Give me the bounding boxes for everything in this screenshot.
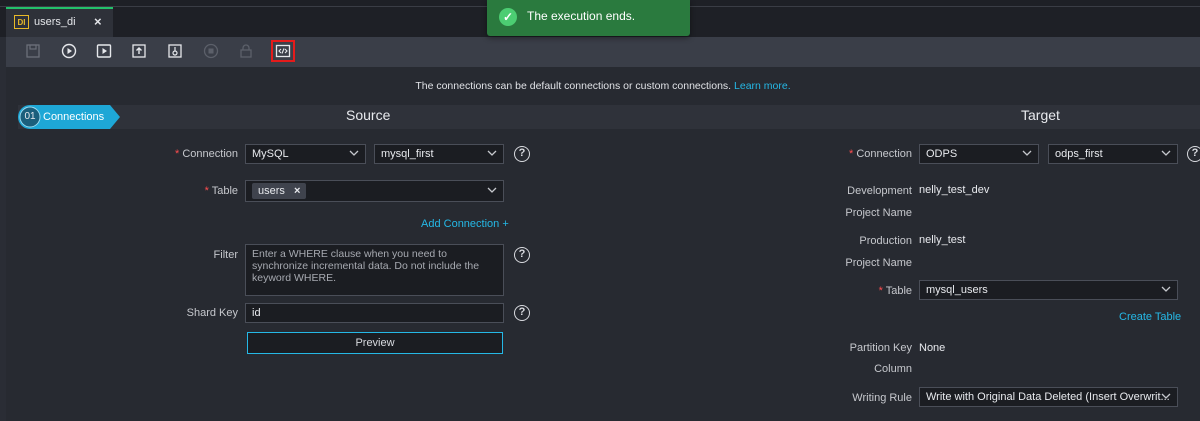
partition-label-2: Column (874, 363, 912, 375)
writing-rule-label: Writing Rule (852, 392, 912, 404)
lock-icon[interactable] (238, 43, 254, 59)
tab-users-di[interactable]: DI users_di × (6, 7, 113, 37)
source-connection-label: * Connection (175, 148, 238, 160)
help-icon[interactable]: ? (514, 146, 530, 162)
add-connection-link[interactable]: Add Connection + (421, 218, 509, 230)
dev-project-value: nelly_test_dev (919, 184, 990, 196)
source-title: Source (346, 107, 391, 123)
help-icon[interactable]: ? (1187, 146, 1200, 162)
target-table-select[interactable]: mysql_users (919, 280, 1178, 300)
filter-label: Filter (213, 249, 238, 261)
shard-key-input[interactable]: id (245, 303, 504, 323)
prod-project-label-2: Project Name (845, 257, 912, 269)
tab-close-icon[interactable]: × (94, 14, 102, 29)
chevron-down-icon (1022, 150, 1032, 156)
step-label: Connections (43, 111, 105, 123)
info-text: The connections can be default connectio… (6, 80, 1200, 92)
check-icon: ✓ (499, 8, 517, 26)
source-connection-type-select[interactable]: MySQL (245, 144, 366, 164)
publish-icon[interactable] (167, 43, 183, 59)
run-icon[interactable] (61, 43, 77, 59)
prod-project-value: nelly_test (919, 234, 966, 246)
help-icon[interactable]: ? (514, 305, 530, 321)
source-connection-name-select[interactable]: mysql_first (374, 144, 504, 164)
dev-project-label-1: Development (847, 185, 912, 197)
writing-rule-select[interactable]: Write with Original Data Deleted (Insert… (919, 387, 1178, 407)
create-table-link[interactable]: Create Table (1119, 311, 1181, 323)
filter-textarea[interactable]: Enter a WHERE clause when you need to sy… (245, 244, 504, 296)
code-editor-icon[interactable] (275, 43, 291, 59)
di-node-icon: DI (14, 15, 29, 29)
run-with-params-icon[interactable] (96, 43, 112, 59)
target-connection-name-select[interactable]: odps_first (1048, 144, 1178, 164)
main-content: The connections can be default connectio… (6, 67, 1200, 421)
learn-more-link[interactable]: Learn more. (734, 80, 791, 92)
prod-project-label-1: Production (859, 235, 912, 247)
chevron-down-icon (487, 187, 497, 193)
chevron-down-icon (349, 150, 359, 156)
table-tag-users: users × (252, 183, 307, 199)
partition-label-1: Partition Key (849, 342, 912, 354)
info-message: The connections can be default connectio… (415, 80, 732, 92)
preview-button[interactable]: Preview (247, 332, 503, 354)
chevron-down-icon (1161, 150, 1171, 156)
tab-label: users_di (34, 16, 76, 28)
toolbar (6, 37, 1200, 67)
stop-icon[interactable] (203, 43, 219, 59)
tag-remove-icon[interactable]: × (294, 185, 300, 197)
save-icon[interactable] (25, 43, 41, 59)
target-connection-type-select[interactable]: ODPS (919, 144, 1039, 164)
dev-project-label-2: Project Name (845, 207, 912, 219)
toast-notification: ✓ The execution ends. (487, 0, 690, 36)
toast-message: The execution ends. (527, 9, 636, 23)
chevron-down-icon (487, 150, 497, 156)
step-number: 01 (24, 111, 36, 122)
target-table-label: * Table (878, 285, 912, 297)
target-connection-label: * Connection (849, 148, 912, 160)
shard-key-label: Shard Key (186, 307, 238, 319)
submit-icon[interactable] (131, 43, 147, 59)
chevron-down-icon (1161, 393, 1171, 399)
source-table-label: * Table (204, 185, 238, 197)
help-icon[interactable]: ? (514, 247, 530, 263)
target-title: Target (1021, 107, 1060, 123)
partition-value: None (919, 342, 946, 354)
chevron-down-icon (1161, 286, 1171, 292)
table-tag-label: users (258, 185, 285, 197)
step-connections: 01 Connections (18, 105, 120, 129)
